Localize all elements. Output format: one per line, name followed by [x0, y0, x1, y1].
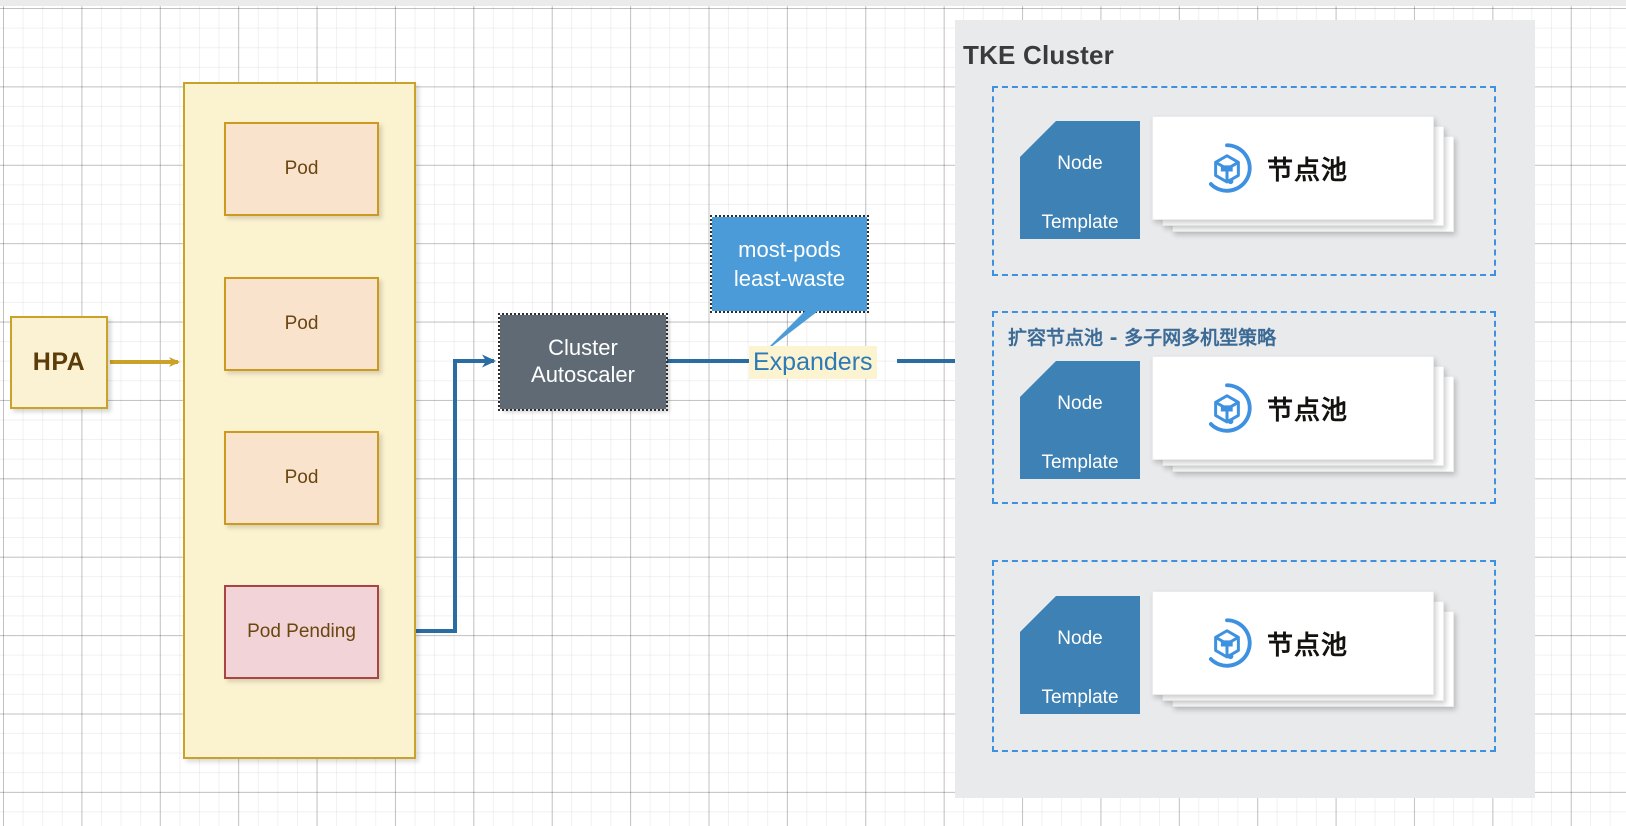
node-pool-card-front[interactable]: 节点池	[1152, 591, 1434, 695]
diagram-canvas: HPA Pod Pod Pod Pod Pending Cluster Auto…	[0, 0, 1626, 826]
expander-strategies-callout: most-pods least-waste	[710, 215, 869, 313]
pod-pending-node[interactable]: Pod Pending	[224, 585, 379, 679]
node-pool-card-front[interactable]: 节点池	[1152, 356, 1434, 460]
top-bar	[0, 0, 1626, 6]
callout-line1: most-pods	[738, 236, 841, 262]
cluster-autoscaler-node[interactable]: Cluster Autoscaler	[498, 313, 668, 411]
node-pool-icon	[1208, 143, 1252, 193]
pod-node-2[interactable]: Pod	[224, 277, 379, 371]
node-pool-stack-3[interactable]: 节点池	[1152, 591, 1454, 707]
node-template-line2: Template	[1041, 452, 1119, 474]
node-pool-group-3[interactable]: Node Template 节点池	[992, 560, 1496, 752]
pod-group-container: Pod Pod Pod Pod Pending	[183, 82, 416, 759]
node-pool-stack-1[interactable]: 节点池	[1152, 116, 1454, 232]
node-template-shape-2[interactable]: Node Template	[1020, 361, 1140, 479]
node-template-shape-1[interactable]: Node Template	[1020, 121, 1140, 239]
node-pool-group-1[interactable]: Node Template 节点池	[992, 86, 1496, 276]
node-pool-group-2[interactable]: 扩容节点池 - 多子网多机型策略 Node Template 节点池	[992, 311, 1496, 504]
expanders-text: Expanders	[753, 348, 873, 376]
hpa-node[interactable]: HPA	[10, 316, 108, 409]
node-template-line2: Template	[1041, 687, 1119, 709]
autoscaler-label-line2: Autoscaler	[531, 362, 635, 387]
node-pool-card-front[interactable]: 节点池	[1152, 116, 1434, 220]
node-pool-stack-2[interactable]: 节点池	[1152, 356, 1454, 472]
node-pool-icon	[1208, 383, 1252, 433]
tke-cluster-title: TKE Cluster	[963, 40, 1115, 70]
node-pool-group-2-heading: 扩容节点池 - 多子网多机型策略	[1008, 327, 1277, 349]
expanders-label[interactable]: Expanders	[749, 346, 877, 379]
pod-node-3[interactable]: Pod	[224, 431, 379, 525]
pod-node-1[interactable]: Pod	[224, 122, 379, 216]
node-pool-label: 节点池	[1267, 395, 1349, 426]
node-pool-label: 节点池	[1267, 155, 1349, 186]
node-pool-label: 节点池	[1267, 630, 1349, 661]
pod-label: Pod	[284, 313, 319, 334]
pod-pending-label: Pod Pending	[247, 621, 356, 642]
node-template-line1: Node	[1057, 392, 1103, 414]
hpa-label: HPA	[32, 348, 86, 376]
callout-line2: least-waste	[733, 266, 846, 291]
autoscaler-label-line1: Cluster	[548, 335, 618, 361]
pod-label: Pod	[284, 158, 319, 179]
node-template-shape-3[interactable]: Node Template	[1020, 596, 1140, 714]
node-template-line1: Node	[1057, 152, 1103, 174]
pod-label: Pod	[284, 467, 319, 488]
node-pool-icon	[1208, 618, 1252, 668]
node-template-line2: Template	[1041, 212, 1119, 234]
node-template-line1: Node	[1057, 627, 1103, 649]
